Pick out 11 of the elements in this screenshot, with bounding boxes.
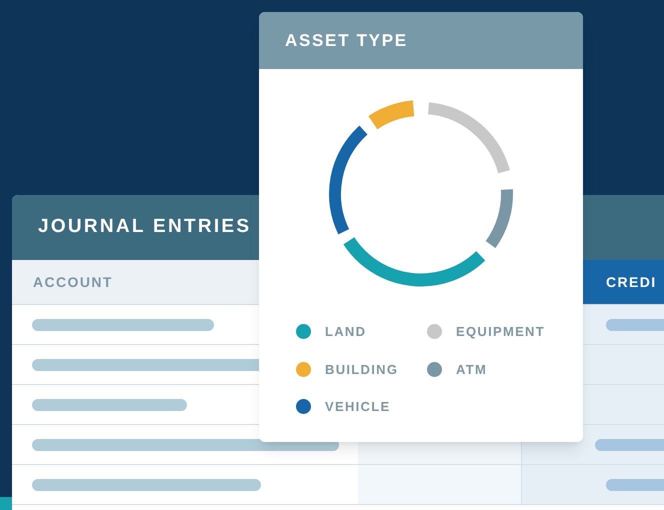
placeholder-bar bbox=[606, 478, 664, 490]
journal-title: JOURNAL ENTRIES bbox=[38, 215, 252, 240]
corner-strip bbox=[0, 497, 12, 510]
popup-title: ASSET TYPE bbox=[285, 30, 408, 52]
legend-label: BUILDING bbox=[325, 360, 398, 378]
placeholder-bar bbox=[595, 438, 664, 450]
legend-label: EQUIPMENT bbox=[456, 323, 545, 341]
legend-label: LAND bbox=[325, 323, 366, 341]
legend-label: ATM bbox=[456, 360, 488, 378]
placeholder-bar bbox=[606, 318, 664, 330]
legend-label: VEHICLE bbox=[325, 398, 390, 416]
